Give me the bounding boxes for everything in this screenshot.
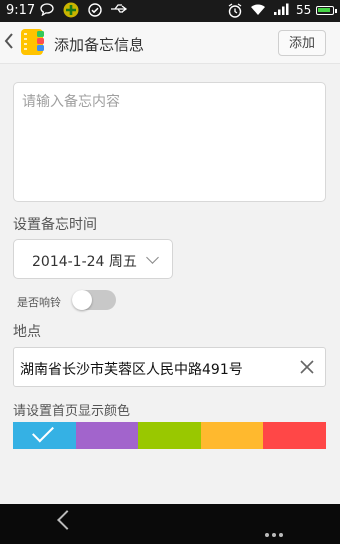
time-label: 设置备忘时间: [13, 217, 97, 233]
battery-icon: [316, 6, 337, 15]
chat-bubble-icon: [40, 3, 54, 20]
location-label: 地点: [13, 324, 41, 340]
location-input[interactable]: 湖南省长沙市芙蓉区人民中路491号: [13, 347, 326, 387]
check-circle-icon: [88, 3, 102, 21]
ring-toggle[interactable]: [72, 290, 116, 310]
color-swatch[interactable]: [138, 422, 201, 449]
menu-icon[interactable]: [265, 522, 286, 541]
memo-form: 请输入备忘内容 设置备忘时间 2014-1-24 周五 是否响铃 地点 湖南省长…: [0, 64, 340, 504]
close-icon[interactable]: [300, 356, 314, 379]
status-time: 9:17: [6, 3, 36, 18]
page-title: 添加备忘信息: [54, 36, 145, 54]
memo-content-input[interactable]: 请输入备忘内容: [13, 82, 326, 202]
chevron-down-icon: [146, 251, 159, 264]
date-value: 2014-1-24 周五: [32, 254, 137, 270]
ring-label: 是否响铃: [17, 296, 61, 309]
chevron-left-icon[interactable]: [4, 31, 14, 55]
checkmark-icon: [32, 420, 54, 443]
status-bar: 9:17 55: [0, 0, 340, 22]
date-select[interactable]: 2014-1-24 周五: [13, 239, 173, 279]
add-button[interactable]: 添加: [278, 30, 326, 56]
color-swatch[interactable]: [13, 420, 76, 449]
signal-strength-text: 55: [296, 3, 312, 17]
usb-icon: [110, 3, 128, 19]
color-swatch[interactable]: [75, 422, 139, 449]
color-label: 请设置首页显示颜色: [13, 404, 131, 419]
back-icon[interactable]: [57, 510, 77, 530]
color-picker: [13, 420, 326, 449]
toggle-knob: [72, 290, 92, 310]
color-swatch[interactable]: [200, 422, 264, 449]
location-value: 湖南省长沙市芙蓉区人民中路491号: [20, 362, 243, 378]
alarm-icon: [227, 3, 243, 22]
navigation-bar: [0, 504, 340, 544]
color-swatch[interactable]: [263, 422, 326, 449]
wifi-icon: [250, 3, 266, 20]
signal-icon: [273, 3, 289, 20]
app-badge-icon: [63, 2, 79, 22]
notebook-icon: [19, 28, 47, 56]
memo-placeholder: 请输入备忘内容: [22, 94, 120, 110]
title-bar: 添加备忘信息 添加: [0, 22, 340, 64]
